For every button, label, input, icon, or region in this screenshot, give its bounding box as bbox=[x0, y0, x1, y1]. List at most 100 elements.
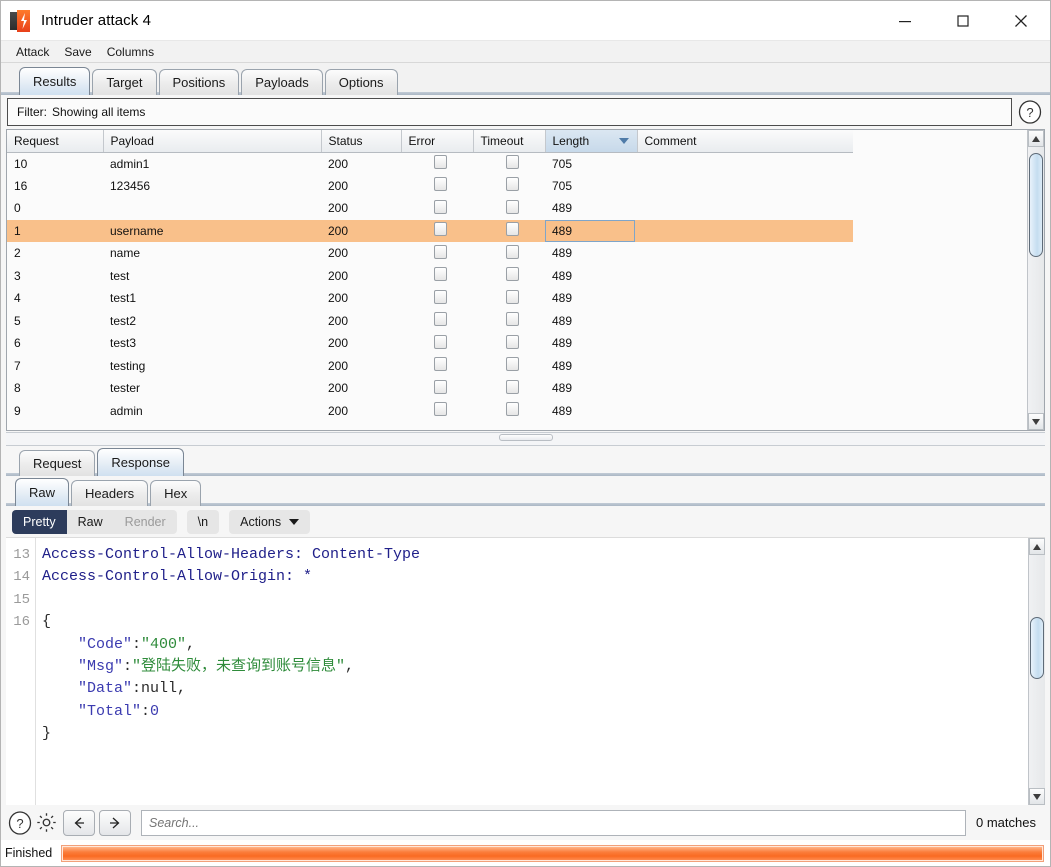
search-previous-button[interactable] bbox=[63, 809, 95, 836]
tab-payloads[interactable]: Payloads bbox=[241, 69, 323, 95]
column-header-payload[interactable]: Payload bbox=[103, 130, 322, 153]
error-checkbox[interactable] bbox=[434, 312, 447, 327]
error-checkbox[interactable] bbox=[434, 402, 447, 417]
tab-response[interactable]: Response bbox=[97, 448, 184, 476]
error-checkbox[interactable] bbox=[434, 199, 447, 214]
error-checkbox[interactable] bbox=[434, 177, 447, 192]
table-row[interactable]: 0 200 489 bbox=[7, 197, 853, 220]
timeout-checkbox[interactable] bbox=[506, 379, 519, 394]
actions-button[interactable]: Actions bbox=[229, 509, 311, 534]
filter-help-button[interactable]: ? bbox=[1018, 100, 1042, 124]
help-circle-icon: ? bbox=[1018, 100, 1042, 124]
table-row[interactable]: 9 admin 200 489 bbox=[7, 400, 853, 423]
menu-item-columns[interactable]: Columns bbox=[102, 44, 161, 60]
timeout-checkbox[interactable] bbox=[506, 357, 519, 372]
response-vertical-scrollbar[interactable] bbox=[1028, 538, 1045, 805]
cell-comment bbox=[637, 377, 853, 400]
timeout-checkbox[interactable] bbox=[506, 267, 519, 282]
viewer-toolbar: Pretty Raw Render \n Actions bbox=[1, 506, 1050, 537]
code-line: { bbox=[42, 611, 1028, 633]
timeout-checkbox[interactable] bbox=[506, 334, 519, 349]
table-row[interactable]: 2 name 200 489 bbox=[7, 242, 853, 265]
column-header-length[interactable]: Length bbox=[545, 130, 638, 153]
splitter-handle[interactable] bbox=[498, 434, 553, 441]
column-header-timeout[interactable]: Timeout bbox=[473, 130, 546, 153]
timeout-checkbox[interactable] bbox=[506, 199, 519, 214]
code-token: , bbox=[186, 635, 196, 653]
table-row[interactable]: 16 123456 200 705 bbox=[7, 175, 853, 198]
search-next-button[interactable] bbox=[99, 809, 131, 836]
column-header-request[interactable]: Request bbox=[7, 130, 104, 153]
menu-item-save[interactable]: Save bbox=[59, 44, 98, 60]
table-row[interactable]: 8 tester 200 489 bbox=[7, 377, 853, 400]
minimize-button[interactable] bbox=[876, 1, 934, 40]
scroll-up-button[interactable] bbox=[1028, 130, 1044, 147]
code-line: "Msg":"登陆失败，未查询到账号信息", bbox=[42, 656, 1028, 678]
response-scroll-up-button[interactable] bbox=[1029, 538, 1045, 555]
search-settings-button[interactable] bbox=[33, 810, 59, 836]
response-scroll-down-button[interactable] bbox=[1029, 788, 1045, 805]
code-token: Access-Control-Allow-Origin: * bbox=[42, 568, 313, 586]
horizontal-splitter[interactable] bbox=[6, 432, 1045, 446]
timeout-checkbox[interactable] bbox=[506, 222, 519, 237]
menu-item-attack[interactable]: Attack bbox=[11, 44, 56, 60]
tab-results[interactable]: Results bbox=[19, 67, 91, 95]
error-checkbox[interactable] bbox=[434, 267, 447, 282]
arrow-right-icon bbox=[110, 817, 120, 828]
cell-error bbox=[401, 265, 473, 288]
timeout-checkbox[interactable] bbox=[506, 177, 519, 192]
tab-request[interactable]: Request bbox=[19, 450, 96, 476]
table-row[interactable]: 10 admin1 200 705 bbox=[7, 152, 853, 175]
intruder-attack-window: Intruder attack 4 Attack Save Columns Re… bbox=[0, 0, 1051, 867]
timeout-checkbox[interactable] bbox=[506, 244, 519, 259]
cell-status: 200 bbox=[328, 381, 349, 396]
maximize-button[interactable] bbox=[934, 1, 992, 40]
column-header-error[interactable]: Error bbox=[401, 130, 474, 153]
tab-raw[interactable]: Raw bbox=[15, 478, 70, 506]
tab-headers[interactable]: Headers bbox=[71, 480, 149, 506]
table-row[interactable]: 6 test3 200 489 bbox=[7, 332, 853, 355]
timeout-checkbox[interactable] bbox=[506, 155, 519, 169]
view-mode-raw[interactable]: Raw bbox=[67, 510, 114, 534]
table-row[interactable]: 7 testing 200 489 bbox=[7, 355, 853, 378]
error-checkbox[interactable] bbox=[434, 155, 447, 169]
column-header-comment[interactable]: Comment bbox=[637, 130, 853, 153]
column-header-status[interactable]: Status bbox=[321, 130, 402, 153]
tab-positions[interactable]: Positions bbox=[158, 69, 240, 95]
table-row[interactable]: 1 username 200 489 bbox=[7, 219, 853, 242]
tab-options[interactable]: Options bbox=[324, 69, 398, 95]
results-scroll-thumb[interactable] bbox=[1029, 153, 1043, 257]
response-scroll-thumb[interactable] bbox=[1030, 617, 1044, 679]
filter-bar[interactable]: Filter: Showing all items bbox=[7, 98, 1012, 126]
search-input[interactable] bbox=[141, 809, 967, 836]
code-token: "Code" bbox=[42, 635, 133, 653]
error-checkbox[interactable] bbox=[434, 357, 447, 372]
view-mode-render[interactable]: Render bbox=[114, 510, 177, 534]
error-checkbox[interactable] bbox=[434, 289, 447, 304]
table-row[interactable]: 3 test 200 489 bbox=[7, 265, 853, 288]
code-token: "登陆失败，未查询到账号信息" bbox=[132, 658, 346, 676]
newline-toggle-button[interactable]: \n bbox=[186, 509, 220, 534]
response-content[interactable]: Access-Control-Allow-Headers: Content-Ty… bbox=[36, 538, 1028, 805]
tab-target[interactable]: Target bbox=[92, 69, 157, 95]
cell-comment bbox=[637, 242, 853, 265]
response-scroll-track[interactable] bbox=[1029, 555, 1045, 788]
error-checkbox[interactable] bbox=[434, 222, 447, 237]
tab-hex[interactable]: Hex bbox=[150, 480, 202, 506]
close-button[interactable] bbox=[992, 1, 1050, 40]
scroll-down-button[interactable] bbox=[1028, 413, 1044, 430]
error-checkbox[interactable] bbox=[434, 379, 447, 394]
results-scroll-track[interactable] bbox=[1028, 147, 1044, 413]
table-row[interactable]: 4 test1 200 489 bbox=[7, 287, 853, 310]
error-checkbox[interactable] bbox=[434, 244, 447, 259]
view-mode-pretty[interactable]: Pretty bbox=[12, 509, 67, 534]
results-vertical-scrollbar[interactable] bbox=[1027, 130, 1044, 430]
timeout-checkbox[interactable] bbox=[506, 289, 519, 304]
error-checkbox[interactable] bbox=[434, 334, 447, 349]
svg-text:?: ? bbox=[16, 816, 23, 831]
timeout-checkbox[interactable] bbox=[506, 402, 519, 417]
cell-timeout bbox=[473, 377, 545, 400]
table-row[interactable]: 5 test2 200 489 bbox=[7, 310, 853, 333]
timeout-checkbox[interactable] bbox=[506, 312, 519, 327]
search-help-button[interactable]: ? bbox=[7, 810, 33, 836]
